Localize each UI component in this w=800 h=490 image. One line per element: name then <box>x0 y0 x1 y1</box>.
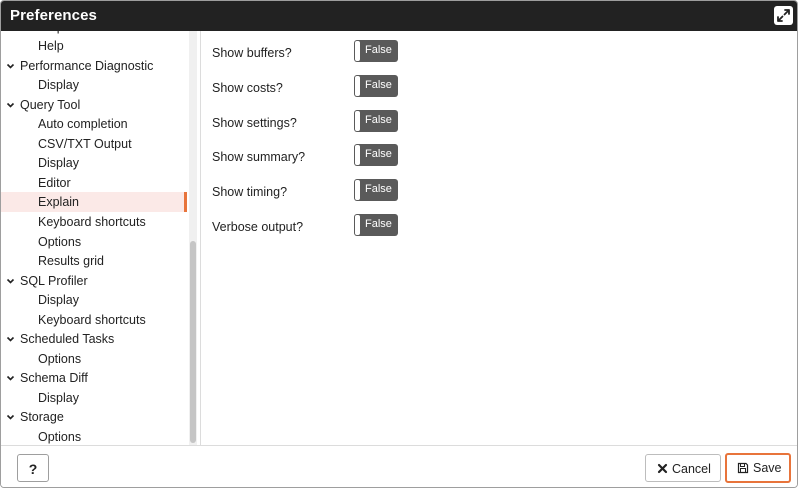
dialog-footer: ? Cancel Save <box>1 445 797 487</box>
tree-item[interactable]: Display <box>1 153 187 173</box>
tree-item[interactable]: CSV/TXT Output <box>1 134 187 154</box>
toggle-knob <box>355 215 360 235</box>
chevron-down-icon[interactable] <box>6 413 15 422</box>
tree-item-label: Editor <box>38 175 71 190</box>
toggle-knob <box>355 41 360 61</box>
save-icon <box>737 462 749 474</box>
tree-item-label: Options <box>38 234 82 249</box>
help-button[interactable]: ? <box>17 454 49 482</box>
setting-toggle[interactable]: False <box>354 144 398 167</box>
title-bar[interactable]: Preferences <box>1 1 797 31</box>
chevron-down-icon[interactable] <box>6 335 15 344</box>
tree-item[interactable]: Display <box>1 75 187 95</box>
tree-category[interactable]: Schema Diff <box>1 368 187 388</box>
setting-label: Show timing? <box>212 185 288 200</box>
tree-item-label: Display <box>38 78 79 93</box>
toggle-value: False <box>365 183 392 196</box>
setting-toggle[interactable]: False <box>354 179 398 202</box>
setting-label: Verbose output? <box>212 220 304 234</box>
chevron-down-icon[interactable] <box>6 62 15 71</box>
toggle-value: False <box>365 148 392 161</box>
save-label: Save <box>753 461 782 475</box>
tree-item[interactable]: Results grid <box>1 251 187 271</box>
tree-item[interactable]: Auto completion <box>1 114 187 134</box>
cancel-button[interactable]: Cancel <box>645 454 721 482</box>
setting-label: Show summary? <box>212 150 306 165</box>
toggle-value: False <box>365 44 392 56</box>
tree-category[interactable]: Performance Diagnostic <box>1 56 187 76</box>
maximize-button[interactable] <box>774 6 793 25</box>
tree-item-label: Display <box>38 390 79 405</box>
setting-toggle[interactable]: False <box>354 74 398 97</box>
tree-item-label: Schema Diff <box>20 371 88 386</box>
cancel-label: Cancel <box>672 462 711 476</box>
setting-label: Show costs? <box>212 80 283 95</box>
setting-toggle[interactable]: False <box>354 40 398 62</box>
tree-category[interactable]: Scheduled Tasks <box>1 329 187 349</box>
tree-item-label: Display <box>38 293 79 308</box>
tree-item-label: CSV/TXT Output <box>38 136 132 151</box>
setting-label: Show settings? <box>212 115 297 130</box>
tree-item[interactable]: Options <box>1 232 187 252</box>
tree-item-label: Explain <box>38 195 79 210</box>
tree-item-label: Query Tool <box>20 97 81 112</box>
toggle-knob <box>355 180 360 201</box>
tree-item[interactable]: Help <box>1 36 187 56</box>
tree-item[interactable]: Display <box>1 388 187 408</box>
toggle-knob <box>355 145 360 166</box>
toggle-knob <box>355 110 360 131</box>
save-button[interactable]: Save <box>725 453 791 483</box>
tree-category[interactable]: Storage <box>1 407 187 427</box>
tree-item[interactable]: Keyboard shortcuts <box>1 310 187 330</box>
tree-item-label: Keyboard shortcuts <box>38 214 146 229</box>
settings-panel: Show buffers? False Show costs? False Show s… <box>202 31 797 445</box>
tree-item[interactable]: Display <box>1 290 187 310</box>
dialog-title: Preferences <box>10 7 97 24</box>
chevron-down-icon[interactable] <box>6 374 15 383</box>
tree-category[interactable]: Query Tool <box>1 95 187 115</box>
tree-item-label: Help <box>38 39 64 53</box>
tree-item-label: SQL Profiler <box>20 273 88 288</box>
expand-icon <box>777 9 790 22</box>
tree-item[interactable]: Options <box>1 349 187 369</box>
setting-label: Show buffers? <box>212 46 292 60</box>
sidebar-scrollbar[interactable] <box>189 31 197 445</box>
tree-item[interactable]: Explain <box>1 192 187 213</box>
toggle-value: False <box>365 78 392 91</box>
tree-item-label: Performance Diagnostic <box>20 58 154 73</box>
tree-item-label: Results grid <box>38 254 104 269</box>
toggle-knob <box>355 75 360 96</box>
tree-item-label: Options <box>38 430 82 444</box>
tree-item-label: Display <box>38 156 79 171</box>
preferences-dialog: Preferences Help HelpPerformance Diagnos… <box>0 0 798 488</box>
tree-item-label: Options <box>38 351 82 366</box>
tree-item-label: Scheduled Tasks <box>20 332 115 347</box>
tree-item[interactable]: Editor <box>1 173 187 193</box>
preferences-tree[interactable]: Help HelpPerformance DiagnosticDisplayQu… <box>1 31 201 445</box>
tree-item-label: Keyboard shortcuts <box>38 312 146 327</box>
tree-category[interactable]: SQL Profiler <box>1 271 187 291</box>
chevron-down-icon[interactable] <box>6 101 15 110</box>
tree-item[interactable]: Keyboard shortcuts <box>1 212 187 232</box>
chevron-down-icon[interactable] <box>6 277 15 286</box>
toggle-value: False <box>365 218 392 230</box>
tree-item-label: Auto completion <box>38 117 128 132</box>
scrollbar-thumb[interactable] <box>190 241 196 443</box>
close-icon <box>657 463 668 474</box>
setting-toggle[interactable]: False <box>354 214 398 236</box>
tree-item[interactable]: Options <box>1 427 187 445</box>
toggle-value: False <box>365 113 392 126</box>
setting-toggle[interactable]: False <box>354 109 398 132</box>
tree-item-label: Storage <box>20 410 64 425</box>
